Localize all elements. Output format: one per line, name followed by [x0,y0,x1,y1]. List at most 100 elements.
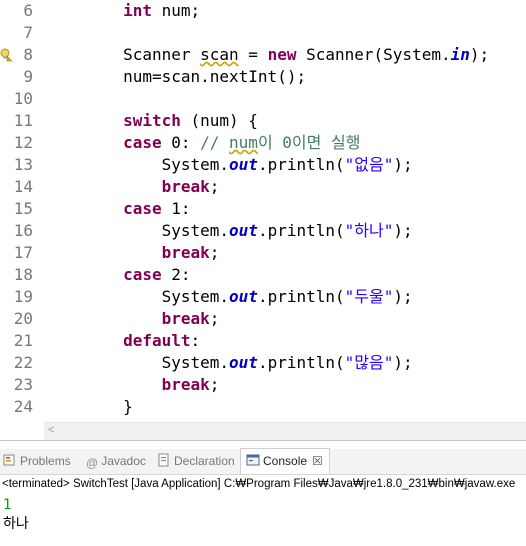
code-area[interactable]: 6 int num; 7 8 Scanner scan = new Scanner(… [0,0,526,422]
code-line[interactable]: 14 break; [0,176,526,198]
tab-problems[interactable]: Problems [3,449,71,474]
code-editor[interactable]: 6 int num; 7 8 Scanner scan = new Scanner(… [0,0,526,440]
code-token: } [46,397,133,416]
code-text: switch (num) { [46,110,258,132]
code-token: .println( [257,221,345,240]
code-token: num; [151,1,201,20]
line-number: 15 [13,199,33,218]
code-token: ; [209,243,220,262]
code-token: Scanner [46,45,201,64]
code-token: Scanner(System. [296,45,451,64]
code-text: } [46,396,133,418]
code-token: System. [46,155,230,174]
tab-javadoc[interactable]: @ Javadoc [86,449,146,474]
line-number: 23 [13,375,33,394]
view-tab-bar: Problems @ Javadoc Declaration Console ☒ [0,448,526,475]
declaration-icon [158,453,169,467]
code-text: System.out.println("많음"); [46,352,413,374]
code-token: case [123,265,162,284]
code-token: : [190,331,201,350]
code-token: case [123,133,162,152]
horizontal-scrollbar[interactable]: < [44,422,526,440]
code-line[interactable]: 23 break; [0,374,526,396]
code-line[interactable]: 18 case 2: [0,264,526,286]
code-token: default [123,331,191,350]
line-number: 7 [23,23,33,42]
code-line[interactable]: 20 break; [0,308,526,330]
console-icon [246,454,260,466]
code-token: "두울" [344,287,394,306]
line-number: 16 [13,221,33,240]
close-icon[interactable]: ☒ [312,454,323,468]
line-number: 6 [23,1,33,20]
code-text: System.out.println("없음"); [46,154,413,176]
code-line[interactable]: 22 System.out.println("많음"); [0,352,526,374]
code-token: ; [209,375,220,394]
code-line[interactable]: 10 [0,88,526,110]
code-token: scan [200,45,239,64]
code-token: ); [393,221,413,240]
code-token: 2: [161,265,191,284]
code-token: new [267,45,297,64]
code-token: out [229,287,258,306]
code-text: System.out.println("하나"); [46,220,413,242]
code-token: out [229,155,258,174]
code-line[interactable]: 13 System.out.println("없음"); [0,154,526,176]
code-line[interactable]: 6 int num; [0,0,526,22]
line-number: 14 [13,177,33,196]
console-status-line: <terminated> SwitchTest [Java Applicatio… [2,478,516,490]
code-token: 0: [161,133,201,152]
code-text: int num; [46,0,200,22]
code-line[interactable]: 24 } [0,396,526,418]
code-token: "많음" [344,353,394,372]
code-line[interactable]: 15 case 1: [0,198,526,220]
tab-console-label: Console [263,454,308,468]
tab-declaration[interactable]: Declaration [157,449,235,474]
code-line[interactable]: 16 System.out.println("하나"); [0,220,526,242]
code-token: System. [46,221,230,240]
code-line[interactable]: 9 num=scan.nextInt(); [0,66,526,88]
code-text: Scanner scan = new Scanner(System.in); [46,44,489,66]
code-token: break [161,243,210,262]
console-input-echo: 1 [3,497,12,513]
tab-problems-label: Problems [20,454,71,468]
scroll-left-icon[interactable]: < [48,424,54,436]
code-token: num=scan.nextInt(); [46,67,307,86]
code-line[interactable]: 7 [0,22,526,44]
code-token: ); [469,45,490,64]
code-token: .println( [257,155,345,174]
code-token: 이 0이면 실행 [257,133,361,152]
tab-console[interactable]: Console ☒ [240,448,330,474]
code-line[interactable]: 21 default: [0,330,526,352]
code-text: case 1: [46,198,190,220]
code-token: int [123,1,152,20]
code-text: break; [46,176,220,198]
tab-declaration-label: Declaration [174,454,235,468]
code-token: ); [393,155,413,174]
code-line[interactable]: 8 Scanner scan = new Scanner(System.in); [0,44,526,66]
code-line[interactable]: 19 System.out.println("두울"); [0,286,526,308]
line-number: 20 [13,309,33,328]
code-line[interactable]: 17 break; [0,242,526,264]
code-text: break; [46,242,220,264]
line-number: 11 [13,111,33,130]
code-token: System. [46,353,230,372]
code-line[interactable]: 11 switch (num) { [0,110,526,132]
line-number: 22 [13,353,33,372]
code-token: "없음" [344,155,394,174]
line-number: 8 [23,45,33,64]
code-token: out [229,221,258,240]
code-token: = [238,45,268,64]
code-token: System. [46,287,230,306]
line-number: 21 [13,331,33,350]
line-number: 19 [13,287,33,306]
code-line[interactable]: 12 case 0: // num이 0이면 실행 [0,132,526,154]
code-text: case 0: // num이 0이면 실행 [46,132,360,154]
